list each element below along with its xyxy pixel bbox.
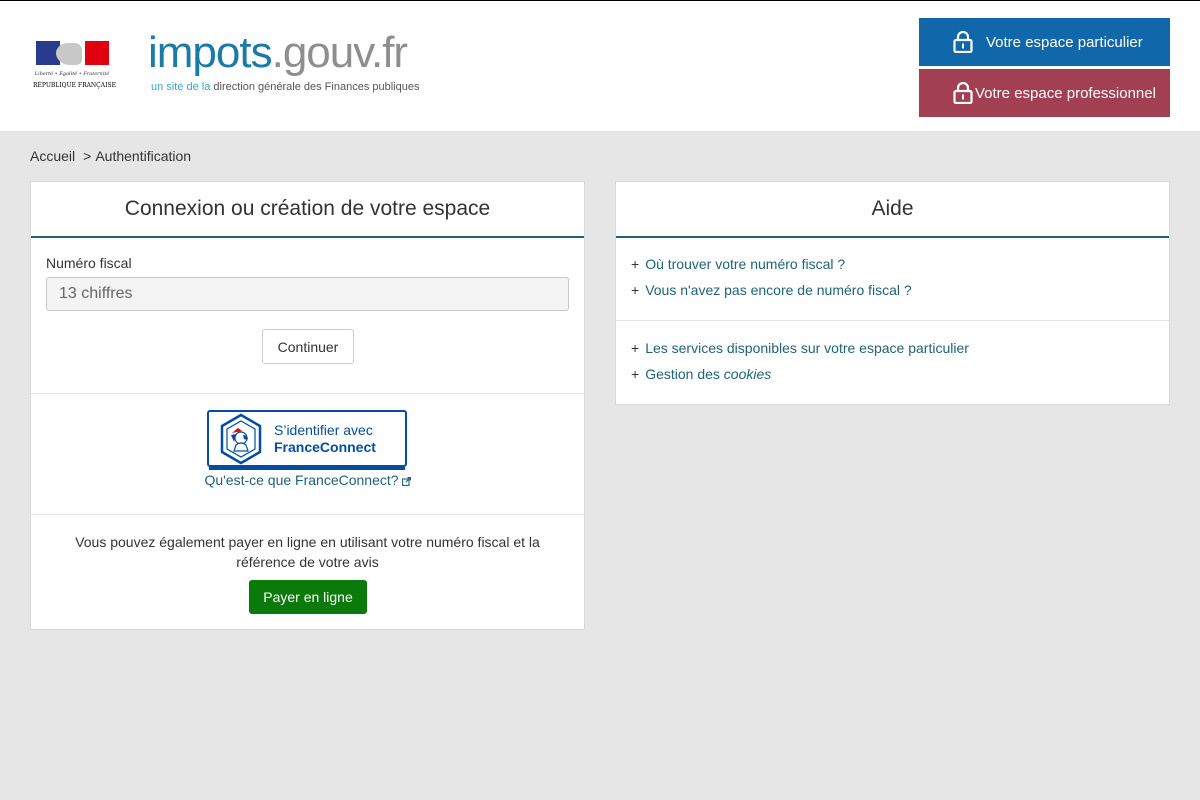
franceconnect-info-text: Qu'est-ce que FranceConnect? bbox=[204, 472, 399, 488]
help-link-cookies[interactable]: + Gestion des cookies bbox=[631, 361, 969, 387]
franceconnect-logo bbox=[220, 413, 262, 465]
espace-particulier-label: Votre espace particulier bbox=[986, 33, 1143, 51]
help-link-text: Où trouver votre numéro fiscal ? bbox=[645, 256, 846, 272]
site-logo[interactable]: impots.gouv.fr bbox=[148, 28, 408, 77]
breadcrumb-current: Authentification bbox=[95, 148, 192, 164]
franceconnect-info-link[interactable]: Qu'est-ce que FranceConnect? bbox=[31, 472, 584, 488]
help-card-title: Aide bbox=[616, 182, 1169, 238]
marianne-flag bbox=[36, 41, 109, 65]
login-card: Connexion ou création de votre espace Nu… bbox=[30, 181, 585, 630]
plus-icon: + bbox=[631, 340, 640, 356]
help-link-find-fiscal-number[interactable]: + Où trouver votre numéro fiscal ? bbox=[631, 251, 912, 277]
breadcrumb-separator: > bbox=[83, 148, 92, 164]
fiscal-number-input[interactable] bbox=[46, 277, 569, 311]
site-header: Liberté • Égalité • Fraternité RÉPUBLIQU… bbox=[0, 1, 1200, 131]
login-card-title: Connexion ou création de votre espace bbox=[31, 182, 584, 238]
breadcrumb-home[interactable]: Accueil bbox=[30, 148, 75, 164]
help-link-cookies-prefix: Gestion des bbox=[645, 366, 720, 382]
site-logo-part1: impots bbox=[148, 28, 273, 77]
help-link-no-fiscal-number[interactable]: + Vous n'avez pas encore de numéro fiscal… bbox=[631, 277, 912, 303]
help-link-text: Vous n'avez pas encore de numéro fiscal … bbox=[645, 282, 912, 298]
site-tagline: un site de la direction générale des Fin… bbox=[151, 81, 419, 93]
republic-name: RÉPUBLIQUE FRANÇAISE bbox=[33, 82, 116, 89]
marianne-logo[interactable]: Liberté • Égalité • Fraternité RÉPUBLIQU… bbox=[33, 41, 116, 91]
fiscal-number-label: Numéro fiscal bbox=[46, 255, 132, 271]
external-link-icon bbox=[401, 477, 411, 486]
site-logo-part2: .gouv.fr bbox=[271, 28, 408, 77]
franceconnect-button[interactable]: S’identifier avec FranceConnect bbox=[207, 410, 407, 470]
divider bbox=[31, 393, 584, 394]
republic-motto: Liberté • Égalité • Fraternité bbox=[34, 71, 110, 77]
pay-online-button[interactable]: Payer en ligne bbox=[249, 580, 367, 614]
espace-particulier-button[interactable]: Votre espace particulier bbox=[919, 18, 1170, 66]
help-link-text: Les services disponibles sur votre espac… bbox=[645, 340, 969, 356]
help-link-cookies-emph: cookies bbox=[723, 366, 772, 382]
lock-icon bbox=[953, 31, 973, 53]
divider bbox=[616, 320, 1169, 321]
payment-info-text: Vous pouvez également payer en ligne en … bbox=[75, 534, 540, 570]
tagline-b: direction générale des Finances publique… bbox=[213, 81, 420, 93]
help-card: Aide + Où trouver votre numéro fiscal ? +… bbox=[615, 181, 1170, 405]
plus-icon: + bbox=[631, 282, 640, 298]
espace-professionnel-button[interactable]: Votre espace professionnel bbox=[919, 69, 1170, 117]
plus-icon: + bbox=[631, 256, 640, 272]
help-group-1: + Où trouver votre numéro fiscal ? + Vous … bbox=[631, 251, 912, 303]
help-group-2: + Les services disponibles sur votre espa… bbox=[631, 335, 969, 387]
continue-button[interactable]: Continuer bbox=[262, 329, 354, 364]
breadcrumb: Accueil > Authentification bbox=[30, 148, 191, 164]
help-link-services[interactable]: + Les services disponibles sur votre espa… bbox=[631, 335, 969, 361]
tagline-a: un site de la bbox=[151, 81, 211, 93]
espace-professionnel-label: Votre espace professionnel bbox=[975, 84, 1156, 102]
franceconnect-line1: S’identifier avec bbox=[274, 422, 373, 438]
plus-icon: + bbox=[631, 366, 640, 382]
divider bbox=[31, 514, 584, 515]
lock-icon bbox=[953, 82, 973, 104]
franceconnect-line2: FranceConnect bbox=[274, 439, 376, 455]
